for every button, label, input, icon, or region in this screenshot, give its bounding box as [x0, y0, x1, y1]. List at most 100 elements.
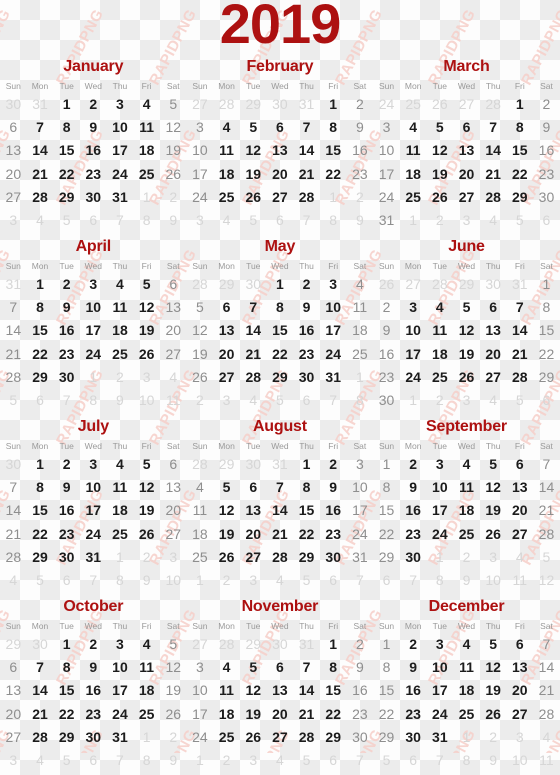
- day-cell[interactable]: 1: [27, 273, 54, 296]
- day-cell[interactable]: 30: [53, 366, 80, 389]
- day-cell[interactable]: 21: [240, 343, 267, 366]
- day-cell[interactable]: 18: [133, 139, 160, 162]
- day-cell[interactable]: 20: [160, 499, 187, 522]
- day-cell[interactable]: 12: [453, 319, 480, 342]
- day-cell[interactable]: 29: [27, 546, 54, 569]
- day-cell[interactable]: 20: [267, 703, 294, 726]
- day-cell[interactable]: 4: [213, 116, 240, 139]
- day-cell[interactable]: 10: [187, 679, 214, 702]
- day-cell[interactable]: 7: [480, 116, 507, 139]
- day-cell[interactable]: 2: [400, 453, 427, 476]
- day-cell[interactable]: 31: [80, 546, 107, 569]
- day-cell[interactable]: 24: [80, 343, 107, 366]
- day-cell[interactable]: 27: [213, 366, 240, 389]
- day-cell[interactable]: 13: [506, 476, 533, 499]
- day-cell[interactable]: 21: [533, 499, 560, 522]
- day-cell[interactable]: 4: [133, 93, 160, 116]
- day-cell[interactable]: 16: [373, 343, 400, 366]
- day-cell[interactable]: 14: [533, 476, 560, 499]
- day-cell[interactable]: 6: [0, 656, 27, 679]
- day-cell[interactable]: 11: [453, 656, 480, 679]
- day-cell[interactable]: 28: [27, 726, 54, 749]
- day-cell[interactable]: 25: [133, 703, 160, 726]
- day-cell[interactable]: 27: [453, 186, 480, 209]
- day-cell[interactable]: 31: [107, 186, 134, 209]
- day-cell[interactable]: 23: [293, 343, 320, 366]
- day-cell[interactable]: 8: [27, 296, 54, 319]
- day-cell[interactable]: 18: [187, 523, 214, 546]
- day-cell[interactable]: 14: [27, 679, 54, 702]
- day-cell[interactable]: 14: [0, 319, 27, 342]
- day-cell[interactable]: 25: [133, 163, 160, 186]
- day-cell[interactable]: 17: [187, 703, 214, 726]
- day-cell[interactable]: 12: [480, 476, 507, 499]
- month-title[interactable]: January: [0, 55, 187, 79]
- day-cell[interactable]: 3: [187, 656, 214, 679]
- day-cell[interactable]: 7: [293, 116, 320, 139]
- day-cell[interactable]: 9: [533, 116, 560, 139]
- day-cell[interactable]: 11: [213, 679, 240, 702]
- day-cell[interactable]: 23: [400, 523, 427, 546]
- day-cell[interactable]: 31: [320, 366, 347, 389]
- day-cell[interactable]: 28: [480, 186, 507, 209]
- day-cell[interactable]: 1: [53, 633, 80, 656]
- month-title[interactable]: April: [0, 235, 187, 259]
- day-cell[interactable]: 21: [0, 523, 27, 546]
- day-cell[interactable]: 6: [267, 656, 294, 679]
- day-cell[interactable]: 1: [53, 93, 80, 116]
- day-cell[interactable]: 22: [53, 703, 80, 726]
- day-cell[interactable]: 10: [107, 656, 134, 679]
- day-cell[interactable]: 21: [267, 523, 294, 546]
- day-cell[interactable]: 26: [453, 366, 480, 389]
- day-cell[interactable]: 5: [160, 633, 187, 656]
- day-cell[interactable]: 11: [133, 656, 160, 679]
- day-cell[interactable]: 2: [80, 93, 107, 116]
- day-cell[interactable]: 1: [373, 453, 400, 476]
- day-cell[interactable]: 4: [347, 273, 374, 296]
- day-cell[interactable]: 3: [347, 453, 374, 476]
- day-cell[interactable]: 10: [427, 656, 454, 679]
- day-cell[interactable]: 10: [80, 296, 107, 319]
- day-cell[interactable]: 2: [533, 93, 560, 116]
- day-cell[interactable]: 24: [187, 726, 214, 749]
- day-cell[interactable]: 22: [293, 523, 320, 546]
- day-cell[interactable]: 5: [133, 453, 160, 476]
- day-cell[interactable]: 24: [187, 186, 214, 209]
- day-cell[interactable]: 25: [427, 366, 454, 389]
- day-cell[interactable]: 28: [240, 366, 267, 389]
- day-cell[interactable]: 21: [27, 703, 54, 726]
- day-cell[interactable]: 5: [160, 93, 187, 116]
- day-cell[interactable]: 11: [213, 139, 240, 162]
- day-cell[interactable]: 18: [400, 163, 427, 186]
- day-cell[interactable]: 5: [480, 453, 507, 476]
- day-cell[interactable]: 7: [506, 296, 533, 319]
- day-cell[interactable]: 2: [400, 633, 427, 656]
- day-cell[interactable]: 2: [373, 296, 400, 319]
- day-cell[interactable]: 4: [453, 633, 480, 656]
- day-cell[interactable]: 5: [187, 296, 214, 319]
- day-cell[interactable]: 3: [400, 296, 427, 319]
- day-cell[interactable]: 30: [320, 546, 347, 569]
- day-cell[interactable]: 17: [400, 343, 427, 366]
- day-cell[interactable]: 9: [53, 476, 80, 499]
- day-cell[interactable]: 26: [427, 186, 454, 209]
- day-cell[interactable]: 11: [400, 139, 427, 162]
- day-cell[interactable]: 16: [293, 319, 320, 342]
- day-cell[interactable]: 24: [427, 703, 454, 726]
- day-cell[interactable]: 7: [0, 476, 27, 499]
- day-cell[interactable]: 7: [293, 656, 320, 679]
- day-cell[interactable]: 11: [427, 319, 454, 342]
- day-cell[interactable]: 22: [320, 163, 347, 186]
- day-cell[interactable]: 26: [160, 703, 187, 726]
- day-cell[interactable]: 8: [506, 116, 533, 139]
- day-cell[interactable]: 21: [27, 163, 54, 186]
- day-cell[interactable]: 16: [80, 679, 107, 702]
- day-cell[interactable]: 20: [506, 499, 533, 522]
- day-cell[interactable]: 23: [320, 523, 347, 546]
- day-cell[interactable]: 4: [453, 453, 480, 476]
- day-cell[interactable]: 30: [400, 546, 427, 569]
- day-cell[interactable]: 18: [107, 319, 134, 342]
- day-cell[interactable]: 26: [187, 366, 214, 389]
- day-cell[interactable]: 19: [480, 679, 507, 702]
- day-cell[interactable]: 21: [533, 679, 560, 702]
